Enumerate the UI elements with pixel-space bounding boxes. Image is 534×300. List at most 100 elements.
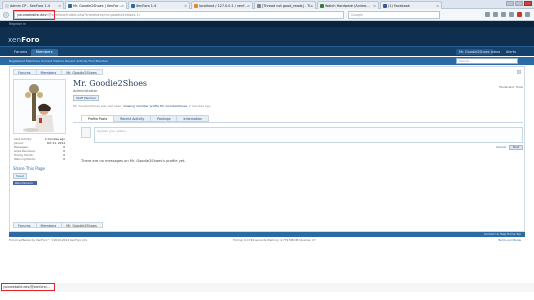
share-box: Share This Page Tweet Recommend <box>13 166 66 185</box>
breadcrumb: Forums Members Mr. Goodie2Shoes <box>13 69 103 75</box>
logo-main: Foro <box>21 36 40 44</box>
browser-status-bar: yourwebsite.dev/@xenforo/… <box>0 283 534 292</box>
tab-favicon-icon <box>383 4 387 8</box>
copyright-text[interactable]: Forum software by XenForo™ ©2010-2014 Xe… <box>9 238 87 242</box>
browser-tab[interactable]: Mr. Goodie2Shoes | XenFor… × <box>65 1 127 9</box>
status-input[interactable]: Update your status… <box>94 127 523 143</box>
profile-info-list: Last Activity: 2 minutes ago Joined: Oct 11… <box>13 137 66 161</box>
jump-menu-icon[interactable] <box>517 70 521 74</box>
profile-tabs: Profile Posts Recent Activity Postings I… <box>81 115 209 122</box>
menu-icon[interactable] <box>525 12 530 17</box>
bottom-breadcrumb-members[interactable]: Members <box>35 222 63 228</box>
tab-information[interactable]: Information <box>176 115 209 122</box>
logo-prefix: xen <box>8 36 22 44</box>
browser-nav-bar: ‹ yourwebsite.dev/@xenforo/index.php?mem… <box>0 9 534 21</box>
staff-badge: Staff Member <box>73 95 100 101</box>
info-value: 0 <box>63 157 65 161</box>
tab-favicon-icon <box>131 4 135 8</box>
tab-favicon-icon <box>5 4 9 8</box>
back-button[interactable]: ‹ <box>3 12 9 18</box>
footer-bar: Contact Us Help Home Top <box>9 232 525 237</box>
profile-sidebar: Last Activity: 2 minutes ago Joined: Oct 11… <box>13 79 66 185</box>
profile-username: Mr. Goodie2Shoes <box>73 79 148 88</box>
profile-main: Mr. Goodie2Shoes Administrator Staff Mem… <box>73 79 523 163</box>
star-icon[interactable] <box>485 12 490 17</box>
no-messages-text: There are no messages on Mr. Goodie2Shoe… <box>81 159 186 163</box>
footer-links[interactable]: Contact Us Help Home Top <box>484 232 521 237</box>
bottom-breadcrumb-current[interactable]: Mr. Goodie2Shoes <box>61 222 103 228</box>
browser-tab[interactable]: Admin CP - XenForo 1.4 × <box>2 1 64 9</box>
tab-favicon-icon <box>68 4 72 8</box>
members-sub-links[interactable]: Registered Members Current Visitors Rece… <box>9 59 108 63</box>
mini-avatar <box>81 127 91 138</box>
download-icon[interactable] <box>501 12 506 17</box>
tab-label: localhost / 127.0.0.1 / xenf… <box>199 4 248 8</box>
tab-favicon-icon <box>257 4 261 8</box>
tab-postings[interactable]: Postings <box>150 115 178 122</box>
avatar[interactable] <box>13 79 66 134</box>
browser-search-input[interactable]: Google <box>348 11 440 19</box>
tab-members[interactable]: Members <box>31 49 58 56</box>
inbox-link[interactable]: Inbox <box>488 49 503 55</box>
last-seen-prefix: Mr. Goodie2Shoes was last seen: <box>73 104 124 108</box>
minimize-button[interactable] <box>506 1 514 6</box>
tab-label: [Thread not good_reads] - Ti… <box>262 4 314 8</box>
tab-label: Watch Hardware (Anime… <box>325 4 370 8</box>
breadcrumb-members[interactable]: Members <box>35 69 63 75</box>
browser-tab[interactable]: XenForo 1.4 × <box>128 1 190 9</box>
facebook-recommend-button[interactable]: Recommend <box>13 181 37 185</box>
tab-label: XenForo 1.4 <box>136 4 157 8</box>
tab-label: (1) Facebook <box>388 4 410 8</box>
tweet-button[interactable]: Tweet <box>13 173 28 179</box>
last-seen-link[interactable]: Viewing member profile Mr. Goodie2Shoes <box>123 104 187 108</box>
addon-shield-icon[interactable] <box>517 12 522 17</box>
status-url: yourwebsite.dev/@xenforo/… <box>1 283 55 291</box>
forum-nav-tabs: Forums Members Mr. Goodie2Shoes Inbox Al… <box>0 46 534 56</box>
browser-tab[interactable]: (1) Facebook × <box>380 1 442 9</box>
tab-forums[interactable]: Forums <box>9 49 32 56</box>
last-seen-time: , 2 minutes ago <box>187 104 211 108</box>
bookmarks-icon[interactable] <box>493 12 498 17</box>
bottom-breadcrumb-forums[interactable]: Forums <box>13 222 37 228</box>
alerts-link[interactable]: Alerts <box>503 49 519 55</box>
moderator-tools-link[interactable]: Moderator Tools <box>499 85 523 89</box>
info-row: Warning Points: 0 <box>13 157 66 161</box>
browser-tab[interactable]: [Thread not good_reads] - Ti… × <box>254 1 316 9</box>
debug-timing: Timing: 0.1749 seconds Memory: 4.779 MB … <box>233 238 316 242</box>
top-strip: Register In <box>0 21 534 27</box>
close-window-button[interactable] <box>524 1 532 6</box>
site-logo[interactable]: xenForo <box>8 36 40 44</box>
tab-favicon-icon <box>194 4 198 8</box>
sub-navigation: Registered Members Current Visitors Rece… <box>0 57 534 65</box>
url-path: /@xenforo/index.php?members/mr-goodie2sh… <box>46 13 140 17</box>
bottom-breadcrumb: Forums Members Mr. Goodie2Shoes <box>13 222 103 228</box>
avatar-image <box>14 80 65 133</box>
browser-tab[interactable]: localhost / 127.0.0.1 / xenf… × <box>191 1 253 9</box>
quick-search-input[interactable]: Search… <box>456 58 518 64</box>
user-title: Administrator <box>73 89 98 93</box>
home-icon[interactable] <box>509 12 514 17</box>
breadcrumb-forums[interactable]: Forums <box>13 69 37 75</box>
browser-tab-bar: Admin CP - XenForo 1.4 × Mr. Goodie2Shoes … <box>0 0 534 9</box>
tab-profile-posts[interactable]: Profile Posts <box>81 115 115 122</box>
cancel-link[interactable]: Cancel <box>496 145 506 149</box>
register-link[interactable]: Register In <box>9 22 26 26</box>
tab-favicon-icon <box>320 4 324 8</box>
last-seen-text: Mr. Goodie2Shoes was last seen: Viewing … <box>73 104 523 108</box>
tab-recent-activity[interactable]: Recent Activity <box>113 115 152 122</box>
share-title: Share This Page <box>13 166 45 171</box>
status-post-box: Update your status… Cancel Post <box>81 127 523 151</box>
browser-tab[interactable]: Watch Hardware (Anime… × <box>317 1 379 9</box>
post-button[interactable]: Post <box>509 145 523 150</box>
breadcrumb-current[interactable]: Mr. Goodie2Shoes <box>61 69 103 75</box>
address-bar[interactable]: yourwebsite.dev/@xenforo/index.php?membe… <box>14 11 344 19</box>
footer-info: Forum software by XenForo™ ©2010-2014 Xe… <box>9 238 525 244</box>
page-content: Forums Members Mr. Goodie2Shoes Last Act… <box>9 66 525 232</box>
tab-label: Admin CP - XenForo 1.4 <box>10 4 50 8</box>
terms-link[interactable]: Terms and Rules <box>498 238 521 242</box>
tab-label: Mr. Goodie2Shoes | XenFor… <box>73 4 122 8</box>
toolbar-icons <box>485 12 530 17</box>
maximize-button[interactable] <box>515 1 523 6</box>
url-highlight-box <box>13 10 55 20</box>
info-label: Warning Points: <box>14 157 36 161</box>
